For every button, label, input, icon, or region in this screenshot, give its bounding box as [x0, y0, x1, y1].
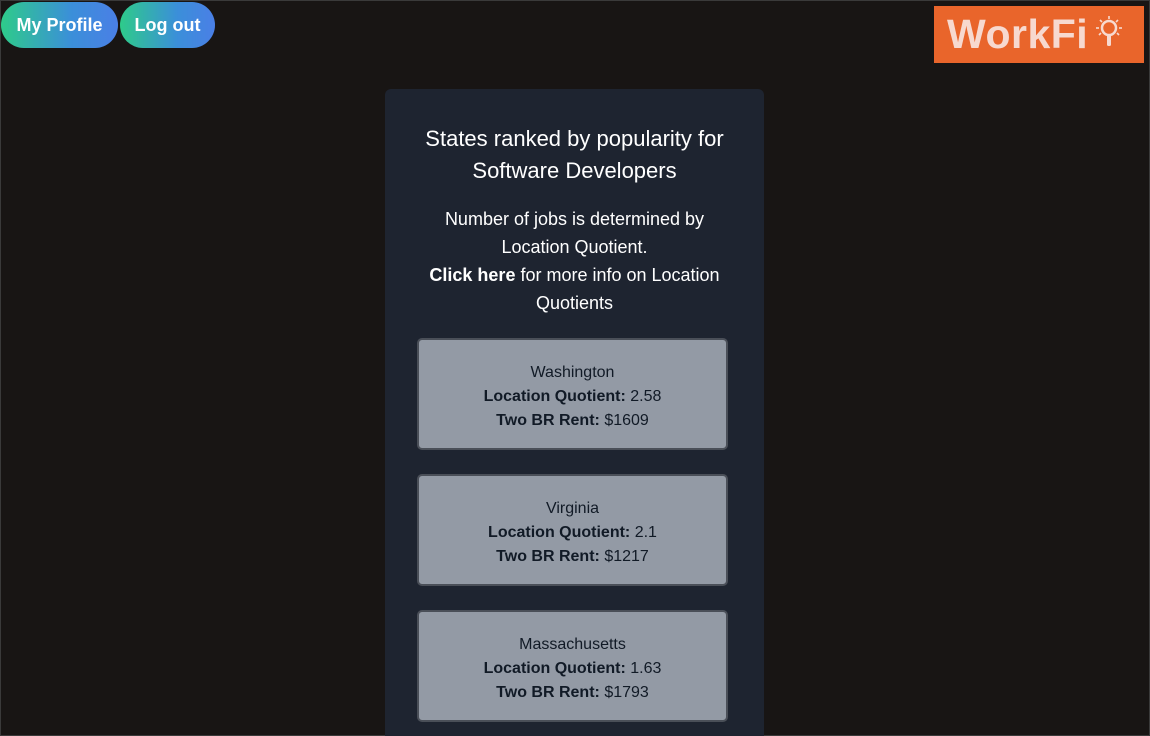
click-here-link[interactable]: Click here [429, 265, 515, 285]
lq-value: 1.63 [630, 660, 662, 677]
state-ranking-panel: States ranked by popularity for Software… [385, 89, 764, 736]
lq-label: Location Quotient: [488, 524, 631, 541]
rent-value: $1609 [604, 412, 649, 429]
lq-value: 2.58 [630, 388, 662, 405]
rent-value: $1793 [604, 684, 649, 701]
rent-label: Two BR Rent: [496, 548, 600, 565]
state-name: Virginia [545, 500, 600, 517]
state-card[interactable]: Washington Location Quotient: 2.58 Two B… [417, 338, 728, 450]
rent-value: $1217 [604, 548, 649, 565]
my-profile-button[interactable]: My Profile [1, 2, 118, 48]
logout-button[interactable]: Log out [120, 2, 215, 48]
state-card[interactable]: Massachusetts Location Quotient: 1.63 Tw… [417, 610, 728, 722]
lq-label: Location Quotient: [483, 388, 626, 405]
lq-label: Location Quotient: [483, 660, 626, 677]
panel-info: Number of jobs is determined by Location… [385, 205, 764, 317]
panel-title: States ranked by popularity for Software… [425, 126, 724, 183]
state-name: Massachusetts [519, 636, 626, 653]
state-name: Washington [530, 364, 615, 381]
rent-label: Two BR Rent: [496, 412, 600, 429]
workfi-logo[interactable]: WorkFi [934, 6, 1144, 63]
lightbulb-icon [1094, 14, 1124, 55]
info-link-suffix: for more info on Location Quotients [515, 265, 720, 313]
lq-value: 2.1 [634, 524, 657, 541]
logo-text: WorkFi [947, 11, 1089, 57]
info-text: Number of jobs is determined by Location… [444, 209, 705, 257]
rent-label: Two BR Rent: [496, 684, 600, 701]
state-card[interactable]: Virginia Location Quotient: 2.1 Two BR R… [417, 474, 728, 586]
